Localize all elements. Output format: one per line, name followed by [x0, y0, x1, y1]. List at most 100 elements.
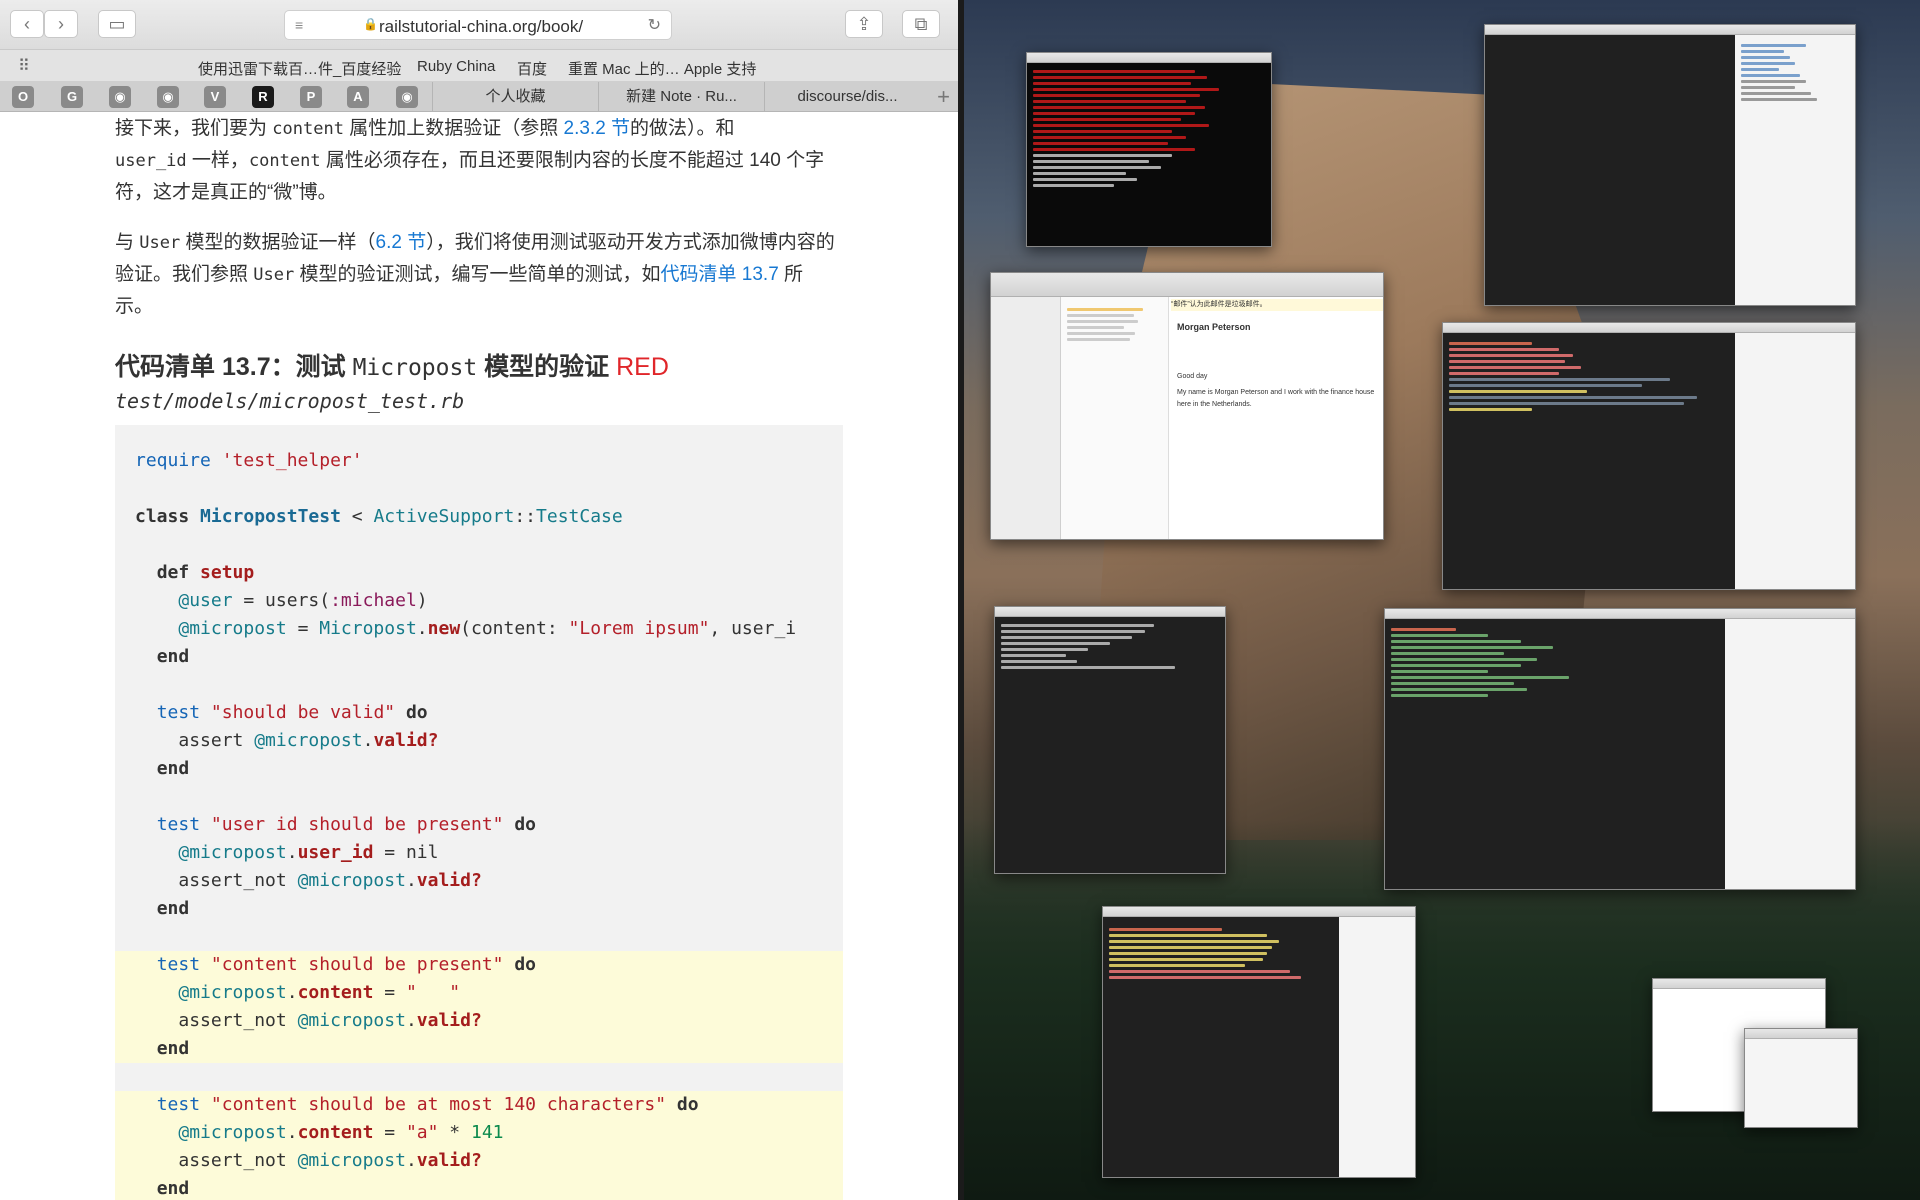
- code-line: end: [115, 755, 843, 783]
- finder-window-thumbnail[interactable]: [1744, 1028, 1858, 1128]
- token: :michael: [330, 590, 417, 611]
- grid-icon[interactable]: ⠿: [18, 56, 30, 76]
- file-tree: [1735, 333, 1855, 589]
- tab-overview-button[interactable]: ⧉: [902, 10, 940, 38]
- bookmark-item[interactable]: Ruby China: [417, 58, 495, 75]
- token: @micropost: [178, 1122, 287, 1143]
- code-line: require 'test_helper': [115, 447, 843, 475]
- text: 的做法）。和: [630, 118, 735, 139]
- forward-button[interactable]: ›: [44, 10, 78, 38]
- editor-window-thumbnail[interactable]: [1442, 322, 1856, 590]
- token: @micropost: [297, 870, 406, 891]
- text: 属性加上数据验证（参照: [343, 118, 564, 139]
- window-titlebar: [1027, 53, 1271, 63]
- window-titlebar: [1385, 609, 1855, 619]
- section-link[interactable]: 2.3.2 节: [564, 118, 631, 139]
- chevron-right-icon: ›: [58, 14, 64, 34]
- token: @micropost: [254, 730, 363, 751]
- address-bar[interactable]: ≡ 🔒 railstutorial-china.org/book/ ↻: [284, 10, 672, 40]
- code-line-highlighted: assert_not @micropost.valid?: [115, 1007, 843, 1035]
- code-line: test "should be valid" do: [115, 699, 843, 727]
- chevron-left-icon: ‹: [24, 14, 30, 34]
- new-tab-button[interactable]: +: [937, 84, 950, 110]
- reader-icon[interactable]: ≡: [295, 17, 303, 33]
- github-icon[interactable]: ◉: [396, 86, 418, 108]
- paragraph: 与 User 模型的数据验证一样（6.2 节），我们将使用测试驱动开发方式添加微…: [115, 227, 835, 323]
- token: valid?: [373, 730, 439, 751]
- tab-favicon-p[interactable]: P: [300, 86, 322, 108]
- token: class: [135, 506, 190, 527]
- sidebar-toggle-button[interactable]: ▭: [98, 10, 136, 38]
- github-icon[interactable]: ◉: [157, 86, 179, 108]
- token: valid?: [416, 870, 482, 891]
- tab-favicon-g[interactable]: G: [61, 86, 83, 108]
- reload-icon[interactable]: ↻: [648, 15, 661, 35]
- tab-favicon-r[interactable]: R: [252, 86, 274, 108]
- token: = nil: [373, 842, 439, 863]
- bookmark-item[interactable]: 重置 Mac 上的… Apple 支持: [568, 58, 756, 79]
- code-preview: [1109, 925, 1335, 982]
- token: test: [156, 954, 201, 975]
- token: @micropost: [178, 982, 287, 1003]
- sidebar-icon: ▭: [108, 14, 126, 34]
- tab-favicon-a[interactable]: A: [347, 86, 369, 108]
- token: =: [286, 618, 320, 639]
- terminal-output: [1033, 67, 1265, 190]
- code-block: require 'test_helper' class MicropostTes…: [115, 425, 843, 1200]
- mail-sender: Morgan Peterson: [1177, 322, 1251, 332]
- tab-favicon-o[interactable]: O: [12, 86, 34, 108]
- token: " ": [405, 982, 461, 1003]
- token: assert_not: [178, 1010, 298, 1031]
- token: 'test_helper': [221, 450, 363, 471]
- mail-sidebar: [991, 297, 1061, 539]
- token: .: [286, 982, 298, 1003]
- editor-window-thumbnail[interactable]: [1102, 906, 1416, 1178]
- window-titlebar: [1443, 323, 1855, 333]
- token: end: [156, 898, 190, 919]
- editor-window-thumbnail[interactable]: [994, 606, 1226, 874]
- token: test: [156, 1094, 201, 1115]
- token: , user_i: [709, 618, 797, 639]
- tab-new-note[interactable]: 新建 Note · Ru...: [598, 82, 764, 112]
- token: .: [405, 870, 417, 891]
- article-content: 接下来，我们要为 content 属性加上数据验证（参照 2.3.2 节的做法）…: [0, 113, 958, 1200]
- code-line-highlighted: test "content should be at most 140 char…: [115, 1091, 843, 1119]
- token: def: [156, 562, 190, 583]
- tab-favorites[interactable]: 个人收藏: [432, 82, 598, 112]
- file-tree: [1339, 917, 1415, 1177]
- back-button[interactable]: ‹: [10, 10, 44, 38]
- editor-window-thumbnail[interactable]: [1484, 24, 1856, 306]
- token: end: [156, 758, 190, 779]
- editor-window-thumbnail[interactable]: [1384, 608, 1856, 890]
- token: *: [438, 1122, 471, 1143]
- github-icon[interactable]: ◉: [109, 86, 131, 108]
- token: valid?: [416, 1150, 482, 1171]
- token: end: [156, 1038, 190, 1059]
- mail-window-thumbnail[interactable]: “邮件”认为此邮件是垃圾邮件。 Morgan Peterson Good day…: [990, 272, 1384, 540]
- terminal-window-thumbnail[interactable]: [1026, 52, 1272, 247]
- share-button[interactable]: ⇪: [845, 10, 883, 38]
- token: do: [514, 954, 537, 975]
- code-line: class MicropostTest < ActiveSupport::Tes…: [115, 503, 843, 531]
- token: do: [514, 814, 537, 835]
- token: "content should be present": [210, 954, 504, 975]
- listing-link[interactable]: 代码清单 13.7: [661, 264, 779, 285]
- text: 模型的数据验证一样（: [180, 232, 376, 253]
- text: 接下来，我们要为: [115, 118, 273, 139]
- bookmark-item[interactable]: 使用迅雷下载百…件_百度经验: [198, 58, 401, 79]
- token: =: [373, 1122, 406, 1143]
- token: MicropostTest: [200, 506, 341, 527]
- bookmarks-bar: ⠿ 使用迅雷下载百…件_百度经验 Ruby China 百度 重置 Mac 上的…: [0, 50, 958, 82]
- token: .: [416, 618, 428, 639]
- section-link[interactable]: 6.2 节: [376, 232, 427, 253]
- browser-toolbar: ‹ › ▭ ≡ 🔒 railstutorial-china.org/book/ …: [0, 0, 958, 50]
- text-preview: [1001, 621, 1219, 672]
- code-line-highlighted: assert_not @micropost.valid?: [115, 1147, 843, 1175]
- tab-favicon-v[interactable]: V: [204, 86, 226, 108]
- file-name: test/models/micropost_test.rb: [115, 389, 465, 413]
- bookmark-item[interactable]: 百度: [517, 58, 547, 79]
- tab-discourse[interactable]: discourse/dis...: [764, 82, 930, 112]
